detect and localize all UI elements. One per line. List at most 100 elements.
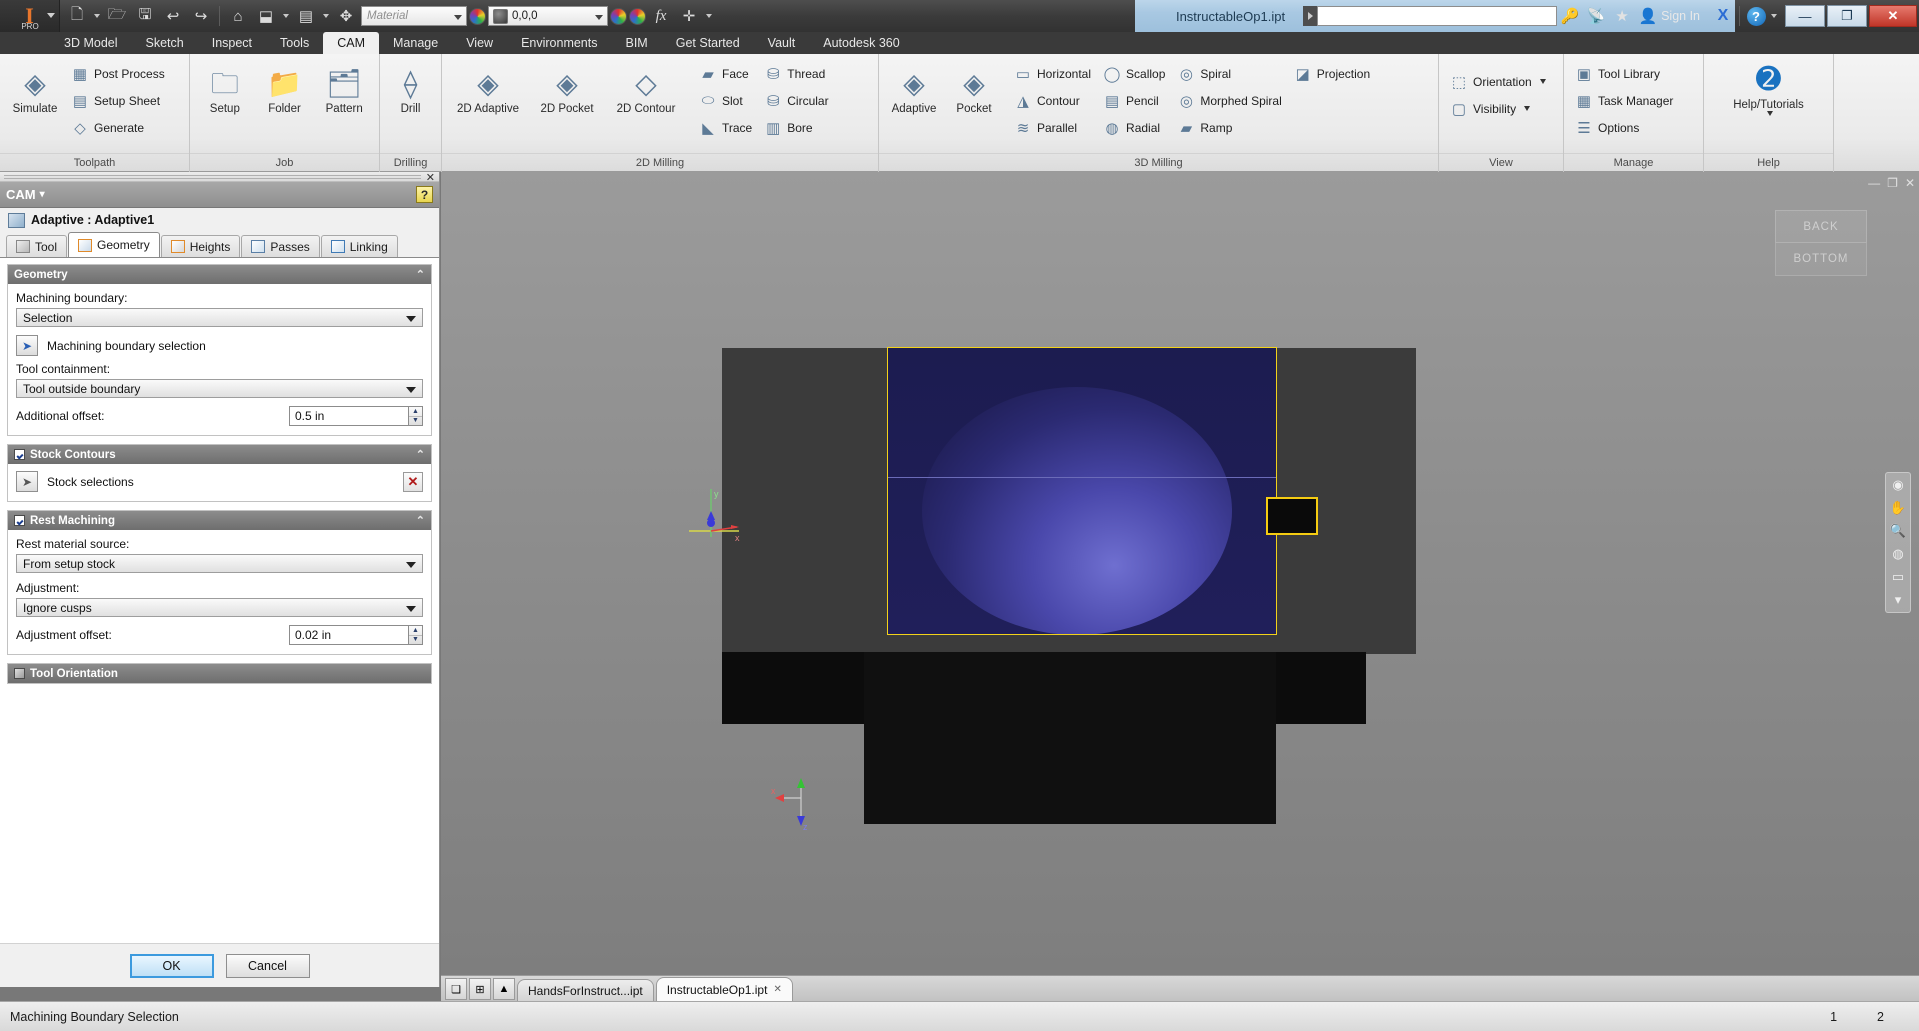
viewport-restore-button[interactable]: ❐ xyxy=(1887,176,1898,190)
panel-grip[interactable]: ✕ xyxy=(0,171,439,184)
ramp-button[interactable]: ▰ Ramp xyxy=(1172,115,1286,140)
collapse-chevron-icon[interactable]: ⌃ xyxy=(416,448,425,461)
help-badge-icon[interactable]: ? xyxy=(416,186,433,203)
drill-button[interactable]: ⟠ Drill xyxy=(386,67,435,116)
satellite-icon[interactable]: 📡 xyxy=(1583,3,1609,29)
visibility-chevron-down-icon[interactable] xyxy=(1524,106,1531,111)
slot-button[interactable]: ⬭ Slot xyxy=(694,88,757,113)
group-stock-contours-header[interactable]: Stock Contours ⌃ xyxy=(8,445,431,464)
color-wheel-icon[interactable] xyxy=(469,7,486,25)
thread-button[interactable]: ⛁ Thread xyxy=(759,61,833,86)
chevron-down-icon[interactable] xyxy=(454,15,462,20)
generate-button[interactable]: ◇ Generate xyxy=(66,115,170,140)
machining-boundary-combobox[interactable]: Selection xyxy=(16,308,423,327)
tab-passes[interactable]: Passes xyxy=(241,235,320,257)
user-avatar-icon[interactable]: 👤 xyxy=(1635,3,1661,29)
view-cube-back-face[interactable]: BACK xyxy=(1775,210,1867,243)
save-icon[interactable]: 🖫 xyxy=(132,3,158,29)
tab-linking[interactable]: Linking xyxy=(320,235,398,257)
add-icon[interactable]: ✛ xyxy=(676,3,702,29)
contour-button[interactable]: ◮ Contour xyxy=(1009,88,1096,113)
circular-button[interactable]: ⛁ Circular xyxy=(759,88,833,113)
adjustment-offset-input[interactable] xyxy=(289,625,408,645)
select-icon[interactable]: ✥ xyxy=(333,3,359,29)
chevron-down-icon[interactable] xyxy=(406,387,416,393)
undo-icon[interactable]: ↩ xyxy=(160,3,186,29)
chevron-down-icon[interactable] xyxy=(47,13,55,18)
group-geometry-header[interactable]: Geometry ⌃ xyxy=(8,265,431,284)
maximize-button[interactable]: ❐ xyxy=(1827,5,1867,27)
3d-viewport[interactable]: — ❐ ✕ BACK BOTTOM ◉ ✋ 🔍 ◍ ▭ ▾ y x x z xyxy=(441,172,1919,975)
viewport-minimize-button[interactable]: — xyxy=(1868,176,1880,190)
document-tab-instructable-op1[interactable]: InstructableOp1.ipt ✕ xyxy=(655,977,793,1001)
ribbon-tab-environments[interactable]: Environments xyxy=(507,32,611,54)
view-cube[interactable]: BACK BOTTOM xyxy=(1775,210,1867,276)
open-icon[interactable]: 🗁 xyxy=(104,3,130,29)
chevron-down-icon[interactable] xyxy=(406,562,416,568)
viewport-close-button[interactable]: ✕ xyxy=(1905,176,1915,190)
additional-offset-stepper[interactable]: ▲ ▼ xyxy=(289,406,423,426)
adjustment-offset-stepper[interactable]: ▲ ▼ xyxy=(289,625,423,645)
collapse-chevron-icon[interactable]: ⌃ xyxy=(416,514,425,527)
additional-offset-input[interactable] xyxy=(289,406,408,426)
close-icon[interactable]: ✕ xyxy=(773,984,781,995)
chevron-down-icon[interactable] xyxy=(406,316,416,322)
2d-contour-button[interactable]: ◇ 2D Contour xyxy=(606,67,686,116)
options-button[interactable]: ☰ Options xyxy=(1570,115,1678,140)
nav-more-icon[interactable]: ▾ xyxy=(1895,592,1902,608)
view-cube-bottom-face[interactable]: BOTTOM xyxy=(1775,243,1867,276)
2d-adaptive-button[interactable]: ◈ 2D Adaptive xyxy=(448,67,528,116)
ribbon-tab-autodesk-360[interactable]: Autodesk 360 xyxy=(809,32,913,54)
minimize-button[interactable]: — xyxy=(1785,5,1825,27)
scroll-up-icon[interactable]: ▲ xyxy=(493,978,515,1000)
tool-library-button[interactable]: ▣ Tool Library xyxy=(1570,61,1678,86)
chevron-down-icon[interactable]: ▾ xyxy=(40,189,45,200)
group-rest-machining-header[interactable]: Rest Machining ⌃ xyxy=(8,511,431,530)
help-tutorials-button[interactable]: ➋ Help/Tutorials xyxy=(1714,63,1824,116)
cancel-button[interactable]: Cancel xyxy=(225,953,310,978)
help-button[interactable]: ? xyxy=(1743,3,1769,29)
stock-selections-row[interactable]: ➤ Stock selections ✕ xyxy=(16,471,423,492)
simulate-button[interactable]: ◈ Simulate xyxy=(6,67,64,116)
ribbon-tab-vault[interactable]: Vault xyxy=(754,32,810,54)
stock-contours-checkbox[interactable] xyxy=(14,449,25,460)
ribbon-tab-view[interactable]: View xyxy=(452,32,507,54)
task-manager-button[interactable]: ▦ Task Manager xyxy=(1570,88,1678,113)
return-icon[interactable]: ⬓ xyxy=(253,3,279,29)
appearance-clear-icon[interactable] xyxy=(629,7,646,25)
chevron-down-icon[interactable] xyxy=(406,606,416,612)
ribbon-tab-get-started[interactable]: Get Started xyxy=(662,32,754,54)
tab-geometry[interactable]: Geometry xyxy=(68,232,160,257)
ribbon-tab-tools[interactable]: Tools xyxy=(266,32,323,54)
ribbon-tab-3d-model[interactable]: 3D Model xyxy=(50,32,132,54)
fx-icon[interactable]: fx xyxy=(648,3,674,29)
tab-heights[interactable]: Heights xyxy=(160,235,241,257)
key-icon[interactable]: 🔑 xyxy=(1557,3,1583,29)
search-input[interactable] xyxy=(1317,6,1558,26)
home-icon[interactable]: ⌂ xyxy=(225,3,251,29)
ribbon-tab-bim[interactable]: BIM xyxy=(612,32,662,54)
ribbon-tab-manage[interactable]: Manage xyxy=(379,32,452,54)
overflow-chevron-down-icon[interactable] xyxy=(704,3,714,29)
close-icon[interactable]: ✕ xyxy=(426,171,435,184)
spinner-down-icon[interactable]: ▼ xyxy=(409,636,422,645)
stock-selections-select-button[interactable]: ➤ xyxy=(16,471,38,492)
stock-selections-remove-button[interactable]: ✕ xyxy=(403,471,423,492)
post-process-button[interactable]: ▦ Post Process xyxy=(66,61,170,86)
setup-sheet-button[interactable]: ▤ Setup Sheet xyxy=(66,88,170,113)
inventor-pro-application-button[interactable]: I PRO xyxy=(0,0,60,32)
additional-offset-spinner[interactable]: ▲ ▼ xyxy=(408,406,423,426)
appearance-add-icon[interactable] xyxy=(610,7,627,25)
radial-button[interactable]: ◍ Radial xyxy=(1098,115,1170,140)
projection-button[interactable]: ◪ Projection xyxy=(1289,61,1375,86)
spinner-up-icon[interactable]: ▲ xyxy=(409,626,422,636)
spiral-button[interactable]: ◎ Spiral xyxy=(1172,61,1286,86)
update-icon[interactable]: ▤ xyxy=(293,3,319,29)
secondary-selection-highlight[interactable] xyxy=(1266,497,1318,535)
adaptive-button[interactable]: ◈ Adaptive xyxy=(885,67,943,116)
chevron-down-icon[interactable] xyxy=(595,15,603,20)
tool-containment-combobox[interactable]: Tool outside boundary xyxy=(16,379,423,398)
pencil-button[interactable]: ▤ Pencil xyxy=(1098,88,1170,113)
return-chevron-down-icon[interactable] xyxy=(281,3,291,29)
morphed-spiral-button[interactable]: ◎ Morphed Spiral xyxy=(1172,88,1286,113)
